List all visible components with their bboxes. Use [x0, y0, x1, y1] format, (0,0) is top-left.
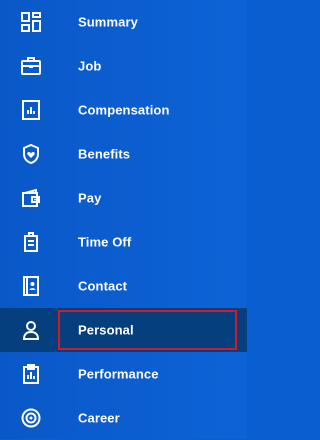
nav-item-time-off[interactable]: Time Off	[0, 220, 247, 264]
summary-grid-icon	[18, 9, 44, 35]
nav-item-benefits[interactable]: Benefits	[0, 132, 247, 176]
heart-shield-icon	[18, 141, 44, 167]
nav-item-contact[interactable]: Contact	[0, 264, 247, 308]
nav-item-summary[interactable]: Summary	[0, 0, 247, 44]
nav-label-pay: Pay	[78, 190, 102, 206]
nav-label-career: Career	[78, 410, 120, 426]
nav-label-summary: Summary	[78, 14, 138, 30]
nav-item-compensation[interactable]: Compensation	[0, 88, 247, 132]
time-off-icon	[18, 229, 44, 255]
nav-label-compensation: Compensation	[78, 102, 170, 118]
nav-item-performance[interactable]: Performance	[0, 352, 247, 396]
compensation-chart-icon	[18, 97, 44, 123]
nav-label-contact: Contact	[78, 278, 128, 294]
wallet-icon	[18, 185, 44, 211]
contact-book-icon	[18, 273, 44, 299]
clipboard-chart-icon	[18, 361, 44, 387]
nav-label-performance: Performance	[78, 366, 159, 382]
left-navigation-menu: Summary Job Compensation Benefits Pay Ti…	[0, 0, 247, 439]
nav-item-job[interactable]: Job	[0, 44, 247, 88]
person-icon	[18, 317, 44, 343]
nav-label-personal: Personal	[78, 322, 134, 338]
briefcase-icon	[18, 53, 44, 79]
nav-label-benefits: Benefits	[78, 146, 131, 162]
nav-label-job: Job	[78, 58, 102, 74]
nav-item-pay[interactable]: Pay	[0, 176, 247, 220]
nav-label-time-off: Time Off	[78, 234, 132, 250]
target-icon	[18, 405, 44, 431]
nav-item-career[interactable]: Career	[0, 396, 247, 440]
nav-item-personal[interactable]: Personal	[0, 308, 247, 352]
